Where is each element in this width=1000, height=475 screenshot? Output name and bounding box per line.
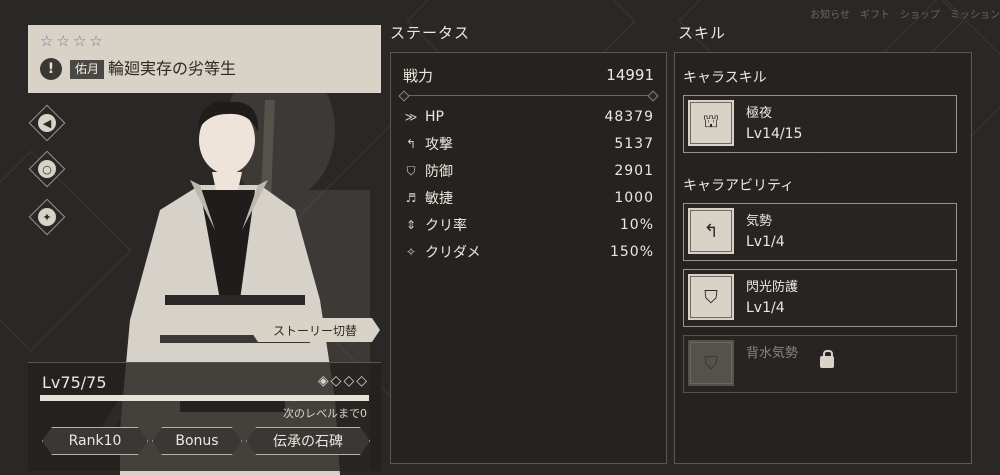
level-text: Lv75/75 bbox=[42, 373, 107, 392]
power-label: 戦力 bbox=[403, 66, 434, 85]
ability-level: Lv1/4 bbox=[746, 234, 785, 250]
story-switch-button[interactable]: ストーリー切替 bbox=[250, 318, 380, 342]
attack-icon: ↰ bbox=[405, 137, 417, 151]
stat-value: 10% bbox=[619, 217, 654, 233]
level-panel: Lv75/75 ◈ ◇ ◇ ◇ 次のレベルまで0 Rank10 Bonus 伝承… bbox=[28, 362, 381, 471]
ability-card-haisui-kisei[interactable]: ⛉ 背水気勢 bbox=[683, 335, 957, 393]
emblem-icon: ✦ bbox=[38, 208, 56, 226]
stat-label: 攻撃 bbox=[425, 137, 453, 153]
ability-card-senko-bogo[interactable]: ⛉ 閃光防護 Lv1/4 bbox=[683, 269, 957, 327]
voice-button[interactable]: ◀ bbox=[28, 104, 66, 142]
status-panel: 戦力 14991 ≫ HP 48379 ↰ 攻撃 5137 ⛉ 防御 2901 … bbox=[390, 52, 667, 464]
stat-value: 5137 bbox=[614, 136, 654, 152]
ability-card-kisei[interactable]: ↰ 気勢 Lv1/4 bbox=[683, 203, 957, 261]
power-value: 14991 bbox=[606, 66, 654, 84]
stat-row-hp: ≫ HP 48379 bbox=[403, 105, 654, 129]
hp-icon: ≫ bbox=[404, 110, 418, 124]
character-title: 輪廻実存の劣等生 bbox=[108, 59, 237, 78]
attack-arrow-icon: ↰ bbox=[688, 208, 734, 254]
stat-value: 150% bbox=[609, 244, 654, 260]
star-icon: ☆ bbox=[40, 32, 54, 50]
magnifier-icon: ○ bbox=[38, 160, 56, 178]
rank-button[interactable]: Rank10 bbox=[42, 427, 148, 455]
rank-gems: ◈ ◇ ◇ ◇ bbox=[318, 373, 367, 389]
power-row: 戦力 14991 bbox=[403, 63, 654, 87]
pillar-arrow-icon: ⛫ bbox=[688, 100, 734, 146]
defense-icon: ⛉ bbox=[406, 163, 416, 178]
character-name-badge: 佑月 bbox=[70, 60, 105, 79]
locked-ability-icon: ⛉ bbox=[688, 340, 734, 386]
crit-rate-icon: ⇕ bbox=[405, 218, 417, 232]
status-heading: ステータス bbox=[390, 24, 471, 42]
ability-level: Lv1/4 bbox=[746, 300, 785, 316]
ability-name: 背水気勢 bbox=[746, 346, 799, 361]
stat-label: クリ率 bbox=[425, 218, 467, 234]
top-menu: お知らせ ギフト ショップ ミッション bbox=[810, 6, 1000, 21]
stat-value: 48379 bbox=[604, 109, 654, 125]
skill-name: 極夜 bbox=[746, 106, 773, 121]
stat-label: 防御 bbox=[425, 164, 453, 180]
divider bbox=[403, 95, 654, 96]
star-icon: ☆ bbox=[72, 32, 87, 50]
speaker-icon: ◀ bbox=[38, 114, 56, 132]
filled-diamond-icon: ◈ bbox=[317, 373, 329, 389]
stat-label: クリダメ bbox=[425, 245, 481, 261]
shield-crit-icon: ⛉ bbox=[688, 274, 734, 320]
mission-menu-item[interactable]: ミッション bbox=[950, 6, 1000, 21]
skill-level: Lv14/15 bbox=[746, 126, 803, 142]
skill-heading: スキル bbox=[678, 24, 727, 42]
ability-name: 気勢 bbox=[746, 214, 773, 229]
empty-diamond-icon: ◇ bbox=[343, 373, 355, 389]
stat-row-crit-damage: ✧ クリダメ 150% bbox=[403, 240, 654, 264]
crit-damage-icon: ✧ bbox=[405, 245, 417, 259]
stat-value: 2901 bbox=[614, 163, 654, 179]
skill-card-gokuya[interactable]: ⛫ 極夜 Lv14/15 bbox=[683, 95, 957, 153]
stat-label: 敏捷 bbox=[425, 191, 453, 207]
news-menu-item[interactable]: お知らせ bbox=[810, 6, 850, 21]
rarity-stars: ☆ ☆ ☆ ☆ bbox=[40, 34, 103, 49]
chara-ability-label: キャラアビリティ bbox=[683, 178, 795, 194]
stat-row-attack: ↰ 攻撃 5137 bbox=[403, 132, 654, 156]
ability-name: 閃光防護 bbox=[746, 280, 799, 295]
star-icon: ☆ bbox=[89, 32, 103, 50]
agility-icon: ♬ bbox=[405, 191, 417, 205]
zoom-button[interactable]: ○ bbox=[28, 150, 66, 188]
stat-row-agility: ♬ 敏捷 1000 bbox=[403, 186, 654, 210]
experience-bar-fill bbox=[40, 395, 369, 401]
stat-value: 1000 bbox=[614, 190, 654, 206]
character-title-card: ☆ ☆ ☆ ☆ ! 佑月 輪廻実存の劣等生 bbox=[28, 25, 381, 93]
next-level-text: 次のレベルまで0 bbox=[283, 407, 367, 420]
emblem-button[interactable]: ✦ bbox=[28, 198, 66, 236]
chara-skill-label: キャラスキル bbox=[683, 70, 767, 86]
shop-menu-item[interactable]: ショップ bbox=[900, 6, 940, 21]
stat-label: HP bbox=[425, 109, 444, 125]
empty-diamond-icon: ◇ bbox=[356, 373, 367, 389]
stat-row-defense: ⛉ 防御 2901 bbox=[403, 159, 654, 183]
star-icon: ☆ bbox=[56, 32, 70, 50]
experience-bar bbox=[40, 395, 369, 401]
gift-menu-item[interactable]: ギフト bbox=[860, 6, 890, 21]
lock-icon bbox=[820, 350, 834, 368]
character-area: ☆ ☆ ☆ ☆ ! 佑月 輪廻実存の劣等生 ◀ ○ ✦ ストーリー切替 Lv75… bbox=[0, 0, 385, 475]
bonus-button[interactable]: Bonus bbox=[152, 427, 242, 455]
legend-stone-button[interactable]: 伝承の石碑 bbox=[246, 427, 370, 455]
skill-panel: キャラスキル ⛫ 極夜 Lv14/15 キャラアビリティ ↰ 気勢 Lv1/4 … bbox=[674, 52, 972, 464]
exclamation-icon[interactable]: ! bbox=[40, 58, 62, 80]
stat-row-crit-rate: ⇕ クリ率 10% bbox=[403, 213, 654, 237]
empty-diamond-icon: ◇ bbox=[330, 373, 342, 389]
